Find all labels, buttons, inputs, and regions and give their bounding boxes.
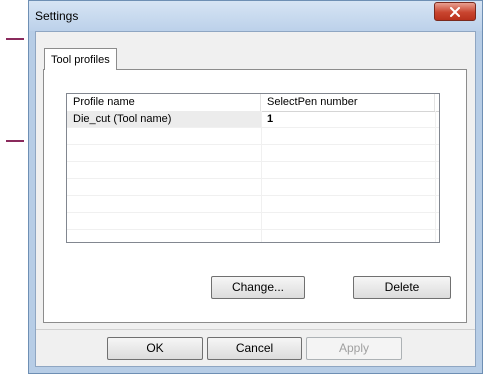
apply-button[interactable]: Apply xyxy=(306,337,402,360)
profile-list[interactable]: Profile name SelectPen number Die_cut (T… xyxy=(66,93,440,243)
cancel-button[interactable]: Cancel xyxy=(207,337,302,360)
list-row xyxy=(67,162,439,179)
list-row xyxy=(67,128,439,145)
list-row xyxy=(67,145,439,162)
pen-number-cell[interactable]: 1 xyxy=(261,111,435,127)
dialog-client-area: Tool profiles Profile name SelectPen num… xyxy=(35,31,476,367)
title-bar: Settings xyxy=(29,1,482,31)
dialog-title: Settings xyxy=(35,9,79,23)
tab-tool-profiles[interactable]: Tool profiles xyxy=(44,48,117,70)
separator xyxy=(36,329,475,330)
list-row[interactable]: Die_cut (Tool name) 1 xyxy=(67,111,439,128)
column-header-pen-number[interactable]: SelectPen number xyxy=(261,94,435,111)
close-button[interactable] xyxy=(434,2,476,21)
settings-dialog: Settings Tool profiles Profile name Sele… xyxy=(28,0,483,374)
ok-button[interactable]: OK xyxy=(107,337,203,360)
close-icon xyxy=(450,6,460,17)
background-mark-top xyxy=(6,38,24,40)
column-header-profile-name[interactable]: Profile name xyxy=(67,94,261,111)
list-row xyxy=(67,213,439,230)
tool-profiles-panel: Profile name SelectPen number Die_cut (T… xyxy=(43,69,467,323)
change-button[interactable]: Change... xyxy=(211,276,305,299)
delete-button[interactable]: Delete xyxy=(353,276,451,299)
profile-name-cell: Die_cut (Tool name) xyxy=(67,111,261,127)
list-row xyxy=(67,196,439,213)
list-header: Profile name SelectPen number xyxy=(67,94,439,112)
background-mark-middle xyxy=(6,140,24,142)
list-row xyxy=(67,179,439,196)
